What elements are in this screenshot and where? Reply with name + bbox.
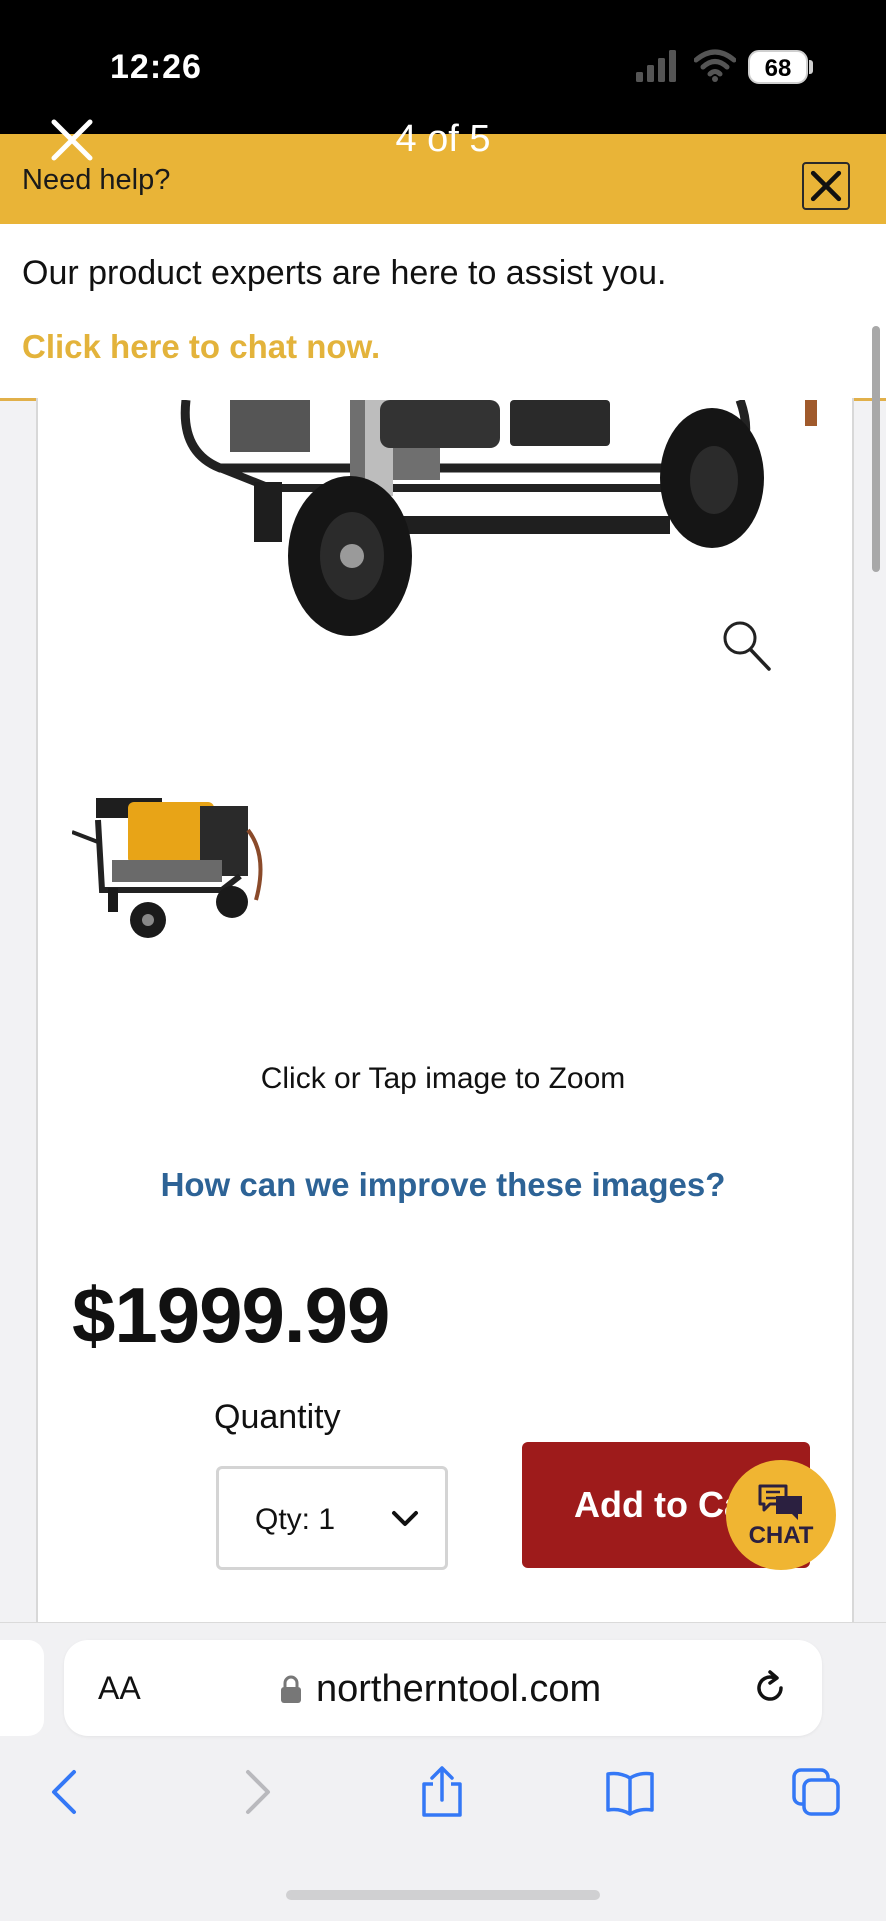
status-time: 12:26 — [110, 48, 202, 86]
improve-images-link[interactable]: How can we improve these images? — [0, 1166, 886, 1204]
help-panel: Our product experts are here to assist y… — [0, 224, 886, 401]
chat-label: CHAT — [748, 1522, 814, 1549]
previous-tab-peek[interactable] — [0, 1640, 44, 1736]
main-product-image[interactable] — [150, 400, 820, 650]
url-text[interactable]: northerntool.com — [316, 1668, 601, 1711]
quantity-select[interactable]: Qty: 1 — [216, 1466, 448, 1570]
battery-nub — [809, 60, 813, 74]
image-counter: 4 of 5 — [395, 118, 491, 160]
chat-button[interactable]: CHAT — [726, 1460, 836, 1570]
chat-now-link[interactable]: Click here to chat now. — [22, 328, 380, 366]
forward-icon[interactable] — [230, 1766, 282, 1818]
product-price: $1999.99 — [72, 1271, 390, 1359]
battery-indicator: 68 — [748, 50, 808, 84]
help-title: Need help? — [22, 164, 171, 196]
share-icon[interactable] — [416, 1766, 468, 1818]
home-indicator — [286, 1890, 600, 1900]
quantity-value: Qty: 1 — [255, 1503, 336, 1536]
zoom-hint: Click or Tap image to Zoom — [260, 1062, 626, 1095]
close-help-banner-icon[interactable] — [802, 162, 850, 210]
cellular-signal-icon — [636, 50, 676, 82]
tabs-icon[interactable] — [790, 1766, 842, 1818]
reader-settings-button[interactable]: AA — [98, 1670, 141, 1707]
chevron-down-icon — [392, 1511, 418, 1526]
product-thumbnail[interactable] — [72, 790, 278, 950]
address-bar[interactable]: AA northerntool.com — [64, 1640, 822, 1736]
status-bar: 12:26 68 — [0, 0, 886, 134]
quantity-label: Quantity — [214, 1398, 341, 1436]
help-message: Our product experts are here to assist y… — [22, 254, 667, 292]
bookmarks-icon[interactable] — [604, 1766, 656, 1818]
scroll-indicator[interactable] — [872, 326, 880, 572]
back-icon[interactable] — [40, 1766, 92, 1818]
zoom-icon[interactable] — [722, 620, 772, 672]
reload-icon[interactable] — [750, 1668, 790, 1708]
lock-icon — [281, 1675, 301, 1703]
wifi-icon — [694, 49, 736, 82]
chat-bubble-icon — [758, 1484, 802, 1520]
